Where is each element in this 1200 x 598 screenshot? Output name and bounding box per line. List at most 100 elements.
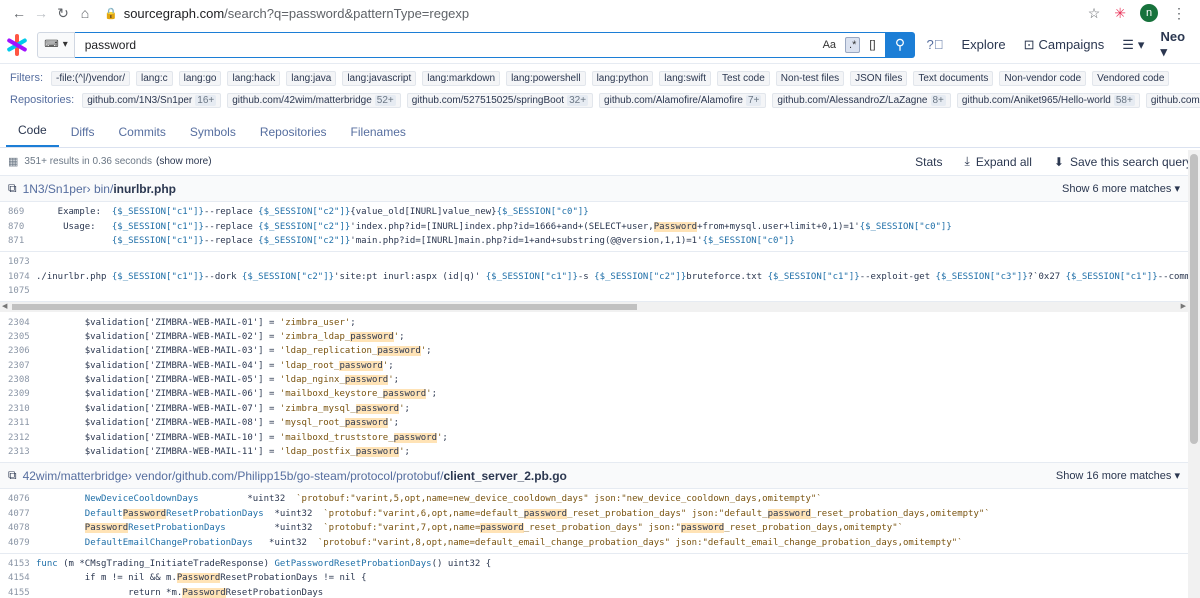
help-icon[interactable]: ?⃝	[927, 37, 944, 52]
save-search-button[interactable]: ⬇ Save this search query	[1054, 155, 1192, 169]
code-line[interactable]: 870 Usage: {$_SESSION["c1"]}--replace {$…	[0, 219, 1188, 233]
search-mode-dropdown[interactable]: ⌨ ▾	[37, 31, 75, 58]
code-line[interactable]: 2312 $validation['ZIMBRA-WEB-MAIL-10'] =…	[0, 430, 1188, 444]
filter-chip[interactable]: lang:powershell	[506, 71, 586, 86]
tab-repositories[interactable]: Repositories	[248, 125, 339, 147]
horizontal-scrollbar[interactable]: ◀ ▶	[0, 302, 1188, 313]
code-line[interactable]: 2306 $validation['ZIMBRA-WEB-MAIL-03'] =…	[0, 344, 1188, 358]
show-more-matches-button[interactable]: Show 6 more matches ▾	[1062, 182, 1180, 195]
line-number[interactable]: 869	[0, 207, 36, 217]
repository-chip[interactable]: github.com/Alamofire/Alamofire 7+	[599, 93, 767, 108]
address-bar[interactable]: 🔒 sourcegraph.com /search?q=password&pat…	[104, 6, 1088, 21]
code-line[interactable]: 4155 return *m.PasswordResetProbationDay…	[0, 586, 1188, 598]
search-input[interactable]: password Aa .* []	[74, 31, 886, 58]
filter-chip[interactable]: Vendored code	[1092, 71, 1170, 86]
code-line[interactable]: 4077 DefaultPasswordResetProbationDays *…	[0, 507, 1188, 521]
sourcegraph-logo[interactable]	[6, 33, 28, 56]
code-line[interactable]: 2313 $validation['ZIMBRA-WEB-MAIL-11'] =…	[0, 445, 1188, 459]
repository-chip[interactable]: github.com/527515025/springBoot 32+	[406, 93, 594, 108]
scroll-left-arrow-icon[interactable]: ◀	[2, 302, 7, 310]
code-line[interactable]: 4154 if m != nil && m.PasswordResetProba…	[0, 571, 1188, 585]
line-number[interactable]: 1075	[0, 286, 36, 296]
line-number[interactable]: 4079	[0, 538, 36, 548]
line-number[interactable]: 2311	[0, 418, 36, 428]
file-path[interactable]: › bin/	[87, 182, 114, 196]
repository-link[interactable]: 42wim/matterbridge	[23, 469, 128, 483]
expand-all-button[interactable]: ⤓ Expand all	[965, 154, 1032, 169]
regex-toggle[interactable]: .*	[845, 36, 861, 53]
page-scrollbar-thumb[interactable]	[1190, 154, 1198, 444]
filter-chip[interactable]: lang:c	[135, 71, 173, 86]
line-number[interactable]: 2307	[0, 361, 36, 371]
explore-link[interactable]: Explore	[962, 37, 1006, 52]
filter-chip[interactable]: lang:hack	[227, 71, 281, 86]
line-number[interactable]: 4078	[0, 523, 36, 533]
filter-chip[interactable]: lang:javascript	[342, 71, 417, 86]
filter-chip[interactable]: -file:(^|/)vendor/	[51, 71, 130, 86]
code-line[interactable]: 2305 $validation['ZIMBRA-WEB-MAIL-02'] =…	[0, 330, 1188, 344]
code-line[interactable]: 2310 $validation['ZIMBRA-WEB-MAIL-07'] =…	[0, 402, 1188, 416]
code-line[interactable]: 4076 NewDeviceCooldownDays *uint32 `prot…	[0, 492, 1188, 506]
filter-chip[interactable]: Non-vendor code	[999, 71, 1087, 86]
filter-chip[interactable]: lang:markdown	[422, 71, 501, 86]
line-number[interactable]: 4155	[0, 588, 36, 598]
code-line[interactable]: 4153 func (m *CMsgTrading_InitiateTradeRe…	[0, 557, 1188, 571]
file-name[interactable]: client_server_2.pb.go	[443, 469, 566, 483]
line-number[interactable]: 2310	[0, 404, 36, 414]
tab-commits[interactable]: Commits	[106, 125, 177, 147]
file-path[interactable]: › vendor/github.com/Philipp15b/go-steam/…	[128, 469, 444, 483]
user-menu[interactable]: Neo ▾	[1160, 29, 1194, 60]
home-icon[interactable]: ⌂	[74, 5, 96, 21]
horizontal-scrollbar-thumb[interactable]	[12, 304, 637, 311]
reload-icon[interactable]: ↻	[52, 5, 74, 22]
code-line[interactable]: 869 Example: {$_SESSION["c1"]}--replace …	[0, 205, 1188, 219]
repository-chip[interactable]: github.com/Aniket965/Hello-world 58+	[956, 93, 1140, 108]
show-more-link[interactable]: (show more)	[156, 156, 212, 167]
filter-chip[interactable]: lang:go	[178, 71, 222, 86]
code-line[interactable]: 2311 $validation['ZIMBRA-WEB-MAIL-08'] =…	[0, 416, 1188, 430]
line-number[interactable]: 871	[0, 236, 36, 246]
filter-chip[interactable]: JSON files	[850, 71, 908, 86]
repository-chip[interactable]: github.com/AnomalyInnovations/serverless…	[1145, 93, 1200, 108]
code-line[interactable]: 2309 $validation['ZIMBRA-WEB-MAIL-06'] =…	[0, 387, 1188, 401]
line-number[interactable]: 2313	[0, 447, 36, 457]
line-number[interactable]: 4077	[0, 509, 36, 519]
repository-link[interactable]: 1N3/Sn1per	[23, 182, 87, 196]
back-icon[interactable]: ←	[8, 5, 30, 21]
case-sensitive-toggle[interactable]: Aa	[820, 38, 839, 52]
line-number[interactable]: 870	[0, 222, 36, 232]
code-line[interactable]: 1075	[0, 284, 1188, 298]
line-number[interactable]: 2309	[0, 389, 36, 399]
filter-chip[interactable]: Non-test files	[775, 71, 845, 86]
line-number[interactable]: 2312	[0, 433, 36, 443]
menu-dropdown[interactable]: ☰ ▾	[1122, 37, 1144, 53]
code-line[interactable]: 871 {$_SESSION["c1"]}--replace {$_SESSIO…	[0, 234, 1188, 248]
show-more-matches-button[interactable]: Show 16 more matches ▾	[1056, 469, 1180, 482]
profile-avatar[interactable]: n	[1140, 4, 1158, 22]
code-line[interactable]: 2304 $validation['ZIMBRA-WEB-MAIL-01'] =…	[0, 315, 1188, 329]
sourcegraph-extension-icon[interactable]: ✳	[1114, 5, 1126, 22]
code-line[interactable]: 2307 $validation['ZIMBRA-WEB-MAIL-04'] =…	[0, 359, 1188, 373]
tab-diffs[interactable]: Diffs	[59, 125, 107, 147]
filter-chip[interactable]: Text documents	[913, 71, 994, 86]
line-number[interactable]: 1073	[0, 257, 36, 267]
line-number[interactable]: 2304	[0, 318, 36, 328]
line-number[interactable]: 4153	[0, 559, 36, 569]
tab-filenames[interactable]: Filenames	[339, 125, 418, 147]
browser-menu-icon[interactable]: ⋮	[1172, 5, 1186, 22]
file-name[interactable]: inurlbr.php	[113, 182, 176, 196]
filter-chip[interactable]: lang:swift	[659, 71, 711, 86]
repository-chip[interactable]: github.com/1N3/Sn1per 16+	[82, 93, 222, 108]
line-number[interactable]: 4076	[0, 494, 36, 504]
tab-code[interactable]: Code	[6, 123, 59, 147]
campaigns-link[interactable]: ⊡ Campaigns	[1024, 37, 1105, 53]
code-line[interactable]: 2308 $validation['ZIMBRA-WEB-MAIL-05'] =…	[0, 373, 1188, 387]
structural-search-toggle[interactable]: []	[866, 38, 878, 52]
scroll-right-arrow-icon[interactable]: ▶	[1181, 302, 1186, 310]
line-number[interactable]: 2305	[0, 332, 36, 342]
line-number[interactable]: 4154	[0, 573, 36, 583]
repository-chip[interactable]: github.com/AlessandroZ/LaZagne 8+	[772, 93, 951, 108]
repository-chip[interactable]: github.com/42wim/matterbridge 52+	[227, 93, 401, 108]
line-number[interactable]: 2306	[0, 346, 36, 356]
code-line[interactable]: 1073	[0, 255, 1188, 269]
